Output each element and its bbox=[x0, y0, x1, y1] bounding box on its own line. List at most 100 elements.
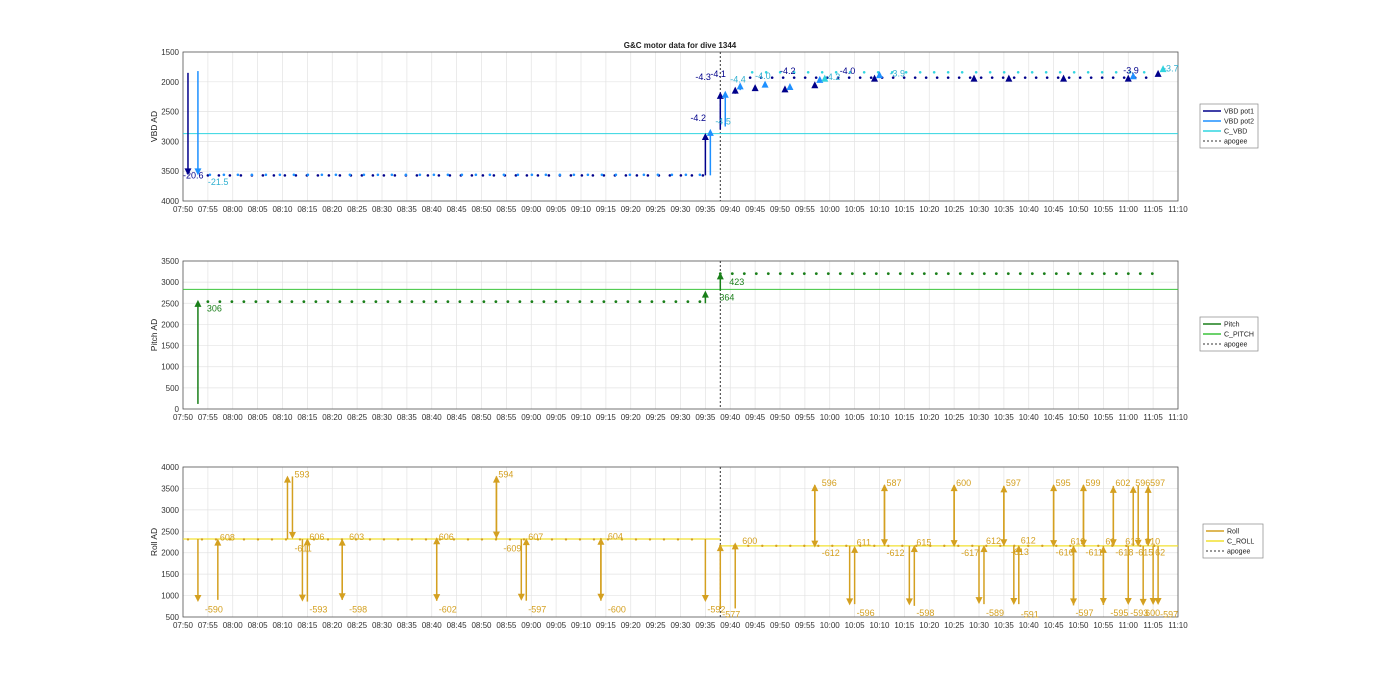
pitch-sample-point bbox=[602, 300, 606, 303]
pitch-sample-point bbox=[290, 300, 294, 303]
x-tick-label: 09:10 bbox=[571, 413, 592, 422]
vbd-sample-point bbox=[946, 76, 950, 79]
roll-data-label: 606 bbox=[439, 532, 454, 542]
pitch-sample-point bbox=[218, 300, 222, 303]
pitch-sample-point bbox=[886, 272, 890, 276]
x-tick-label: 09:35 bbox=[695, 413, 716, 422]
x-tick-label: 08:05 bbox=[248, 205, 269, 214]
pitch-sample-point bbox=[850, 272, 854, 276]
pitch-sample-point bbox=[338, 300, 342, 303]
roll-sample-point bbox=[592, 538, 596, 541]
pitch-sample-point bbox=[1030, 272, 1034, 276]
pitch-sample-point bbox=[970, 272, 974, 276]
vbd-sample-point bbox=[470, 174, 474, 177]
y-axis-label: Roll AD bbox=[149, 528, 159, 556]
x-tick-label: 08:55 bbox=[496, 205, 517, 214]
x-tick-label: 09:45 bbox=[745, 413, 766, 422]
vbd-sample-point bbox=[642, 173, 646, 177]
x-tick-label: 10:40 bbox=[1019, 621, 1040, 630]
roll-data-label: 596 bbox=[1135, 478, 1150, 488]
pitch-sample-point bbox=[778, 272, 782, 276]
pitch-sample-point bbox=[898, 272, 902, 276]
vbd-sample-point bbox=[320, 173, 324, 177]
x-tick-label: 10:00 bbox=[820, 413, 841, 422]
roll-sample-point bbox=[382, 538, 386, 541]
pitch-sample-point bbox=[590, 300, 594, 303]
vbd-sample-point bbox=[327, 174, 331, 177]
roll-sample-point bbox=[368, 538, 372, 541]
pitch-sample-point bbox=[1066, 272, 1070, 276]
y-tick-label: 3000 bbox=[161, 278, 179, 287]
pitch-sample-point bbox=[506, 300, 510, 303]
x-tick-label: 08:05 bbox=[248, 413, 269, 422]
pitch-sample-point bbox=[1054, 272, 1058, 276]
roll-sample-point bbox=[410, 538, 414, 541]
vbd-sample-point bbox=[990, 76, 994, 79]
y-tick-label: 2000 bbox=[161, 78, 179, 87]
x-tick-label: 10:50 bbox=[1068, 205, 1089, 214]
legend-entry: apogee bbox=[1227, 549, 1250, 556]
vbd-sample-point bbox=[1045, 76, 1049, 79]
legend-entry: C_PITCH bbox=[1224, 332, 1254, 339]
vbd-sample-point bbox=[1100, 70, 1104, 74]
x-tick-label: 08:55 bbox=[496, 621, 517, 630]
roll-sample-point bbox=[242, 538, 246, 541]
roll-data-label: 61 bbox=[1105, 537, 1115, 547]
roll-sample-point bbox=[634, 538, 638, 541]
x-tick-label: 10:25 bbox=[944, 621, 965, 630]
roll-data-label: -612 bbox=[822, 548, 840, 558]
x-tick-label: 08:00 bbox=[223, 205, 244, 214]
pitch-data-label: 423 bbox=[729, 277, 744, 287]
pitch-sample-point bbox=[754, 272, 758, 276]
y-tick-label: 2500 bbox=[161, 108, 179, 117]
vbd-data-label: -4.2 bbox=[690, 113, 706, 123]
vbd-sample-point bbox=[614, 173, 618, 177]
legend: Roll C_ROLLapogee bbox=[1202, 523, 1264, 559]
vbd-sample-point bbox=[988, 70, 992, 74]
panel-1: 07:50 07:55 08:00 08:05 08:10 08:15 08:20 08:25… bbox=[149, 48, 1259, 214]
figure: G&C motor data for dive 1344 07:50 07:55 0… bbox=[149, 41, 1264, 630]
x-tick-label: 08:45 bbox=[447, 413, 468, 422]
x-tick-label: 09:00 bbox=[521, 621, 542, 630]
vbd-sample-point bbox=[525, 174, 529, 177]
roll-sample-point bbox=[789, 544, 792, 548]
legend-entry: VBD pot2 bbox=[1224, 119, 1254, 126]
vbd-data-label: -20.6 bbox=[183, 170, 204, 180]
pitch-sample-point bbox=[922, 272, 926, 276]
pitch-sample-point bbox=[742, 272, 746, 276]
roll-data-label: 606 bbox=[309, 532, 324, 542]
x-tick-label: 10:55 bbox=[1093, 413, 1114, 422]
vbd-sample-point bbox=[261, 174, 265, 177]
vbd-sample-point bbox=[544, 173, 548, 177]
vbd-sample-point bbox=[272, 174, 276, 177]
x-tick-label: 09:50 bbox=[770, 621, 791, 630]
roll-sample-point bbox=[648, 538, 652, 541]
roll-data-label: -612 bbox=[886, 548, 904, 558]
roll-data-label: 599 bbox=[1085, 478, 1100, 488]
y-tick-label: 1000 bbox=[161, 592, 179, 601]
pitch-sample-point bbox=[470, 300, 474, 303]
pitch-sample-point bbox=[1090, 272, 1094, 276]
y-tick-label: 4000 bbox=[161, 197, 179, 206]
x-tick-label: 07:50 bbox=[173, 621, 194, 630]
pitch-sample-point bbox=[374, 300, 378, 303]
vbd-sample-point bbox=[918, 70, 922, 74]
roll-sample-point bbox=[466, 538, 470, 541]
y-tick-label: 4000 bbox=[161, 463, 179, 472]
x-tick-label: 11:00 bbox=[1119, 621, 1139, 630]
y-tick-label: 2000 bbox=[161, 549, 179, 558]
pitch-sample-point bbox=[638, 300, 642, 303]
vbd-sample-point bbox=[292, 173, 296, 177]
vbd-data-label: -4.5 bbox=[715, 117, 731, 127]
vbd-data-label: -4.3 bbox=[695, 72, 711, 82]
vbd-sample-point bbox=[278, 173, 282, 177]
vbd-sample-point bbox=[516, 173, 520, 177]
vbd-sample-point bbox=[569, 174, 573, 177]
roll-sample-point bbox=[298, 538, 302, 541]
roll-sample-point bbox=[761, 544, 764, 548]
y-tick-label: 3000 bbox=[161, 506, 179, 515]
vbd-sample-point bbox=[418, 173, 422, 177]
pitch-sample-point bbox=[278, 300, 282, 303]
vbd-sample-point bbox=[1114, 70, 1118, 74]
vbd-sample-point bbox=[481, 174, 485, 177]
